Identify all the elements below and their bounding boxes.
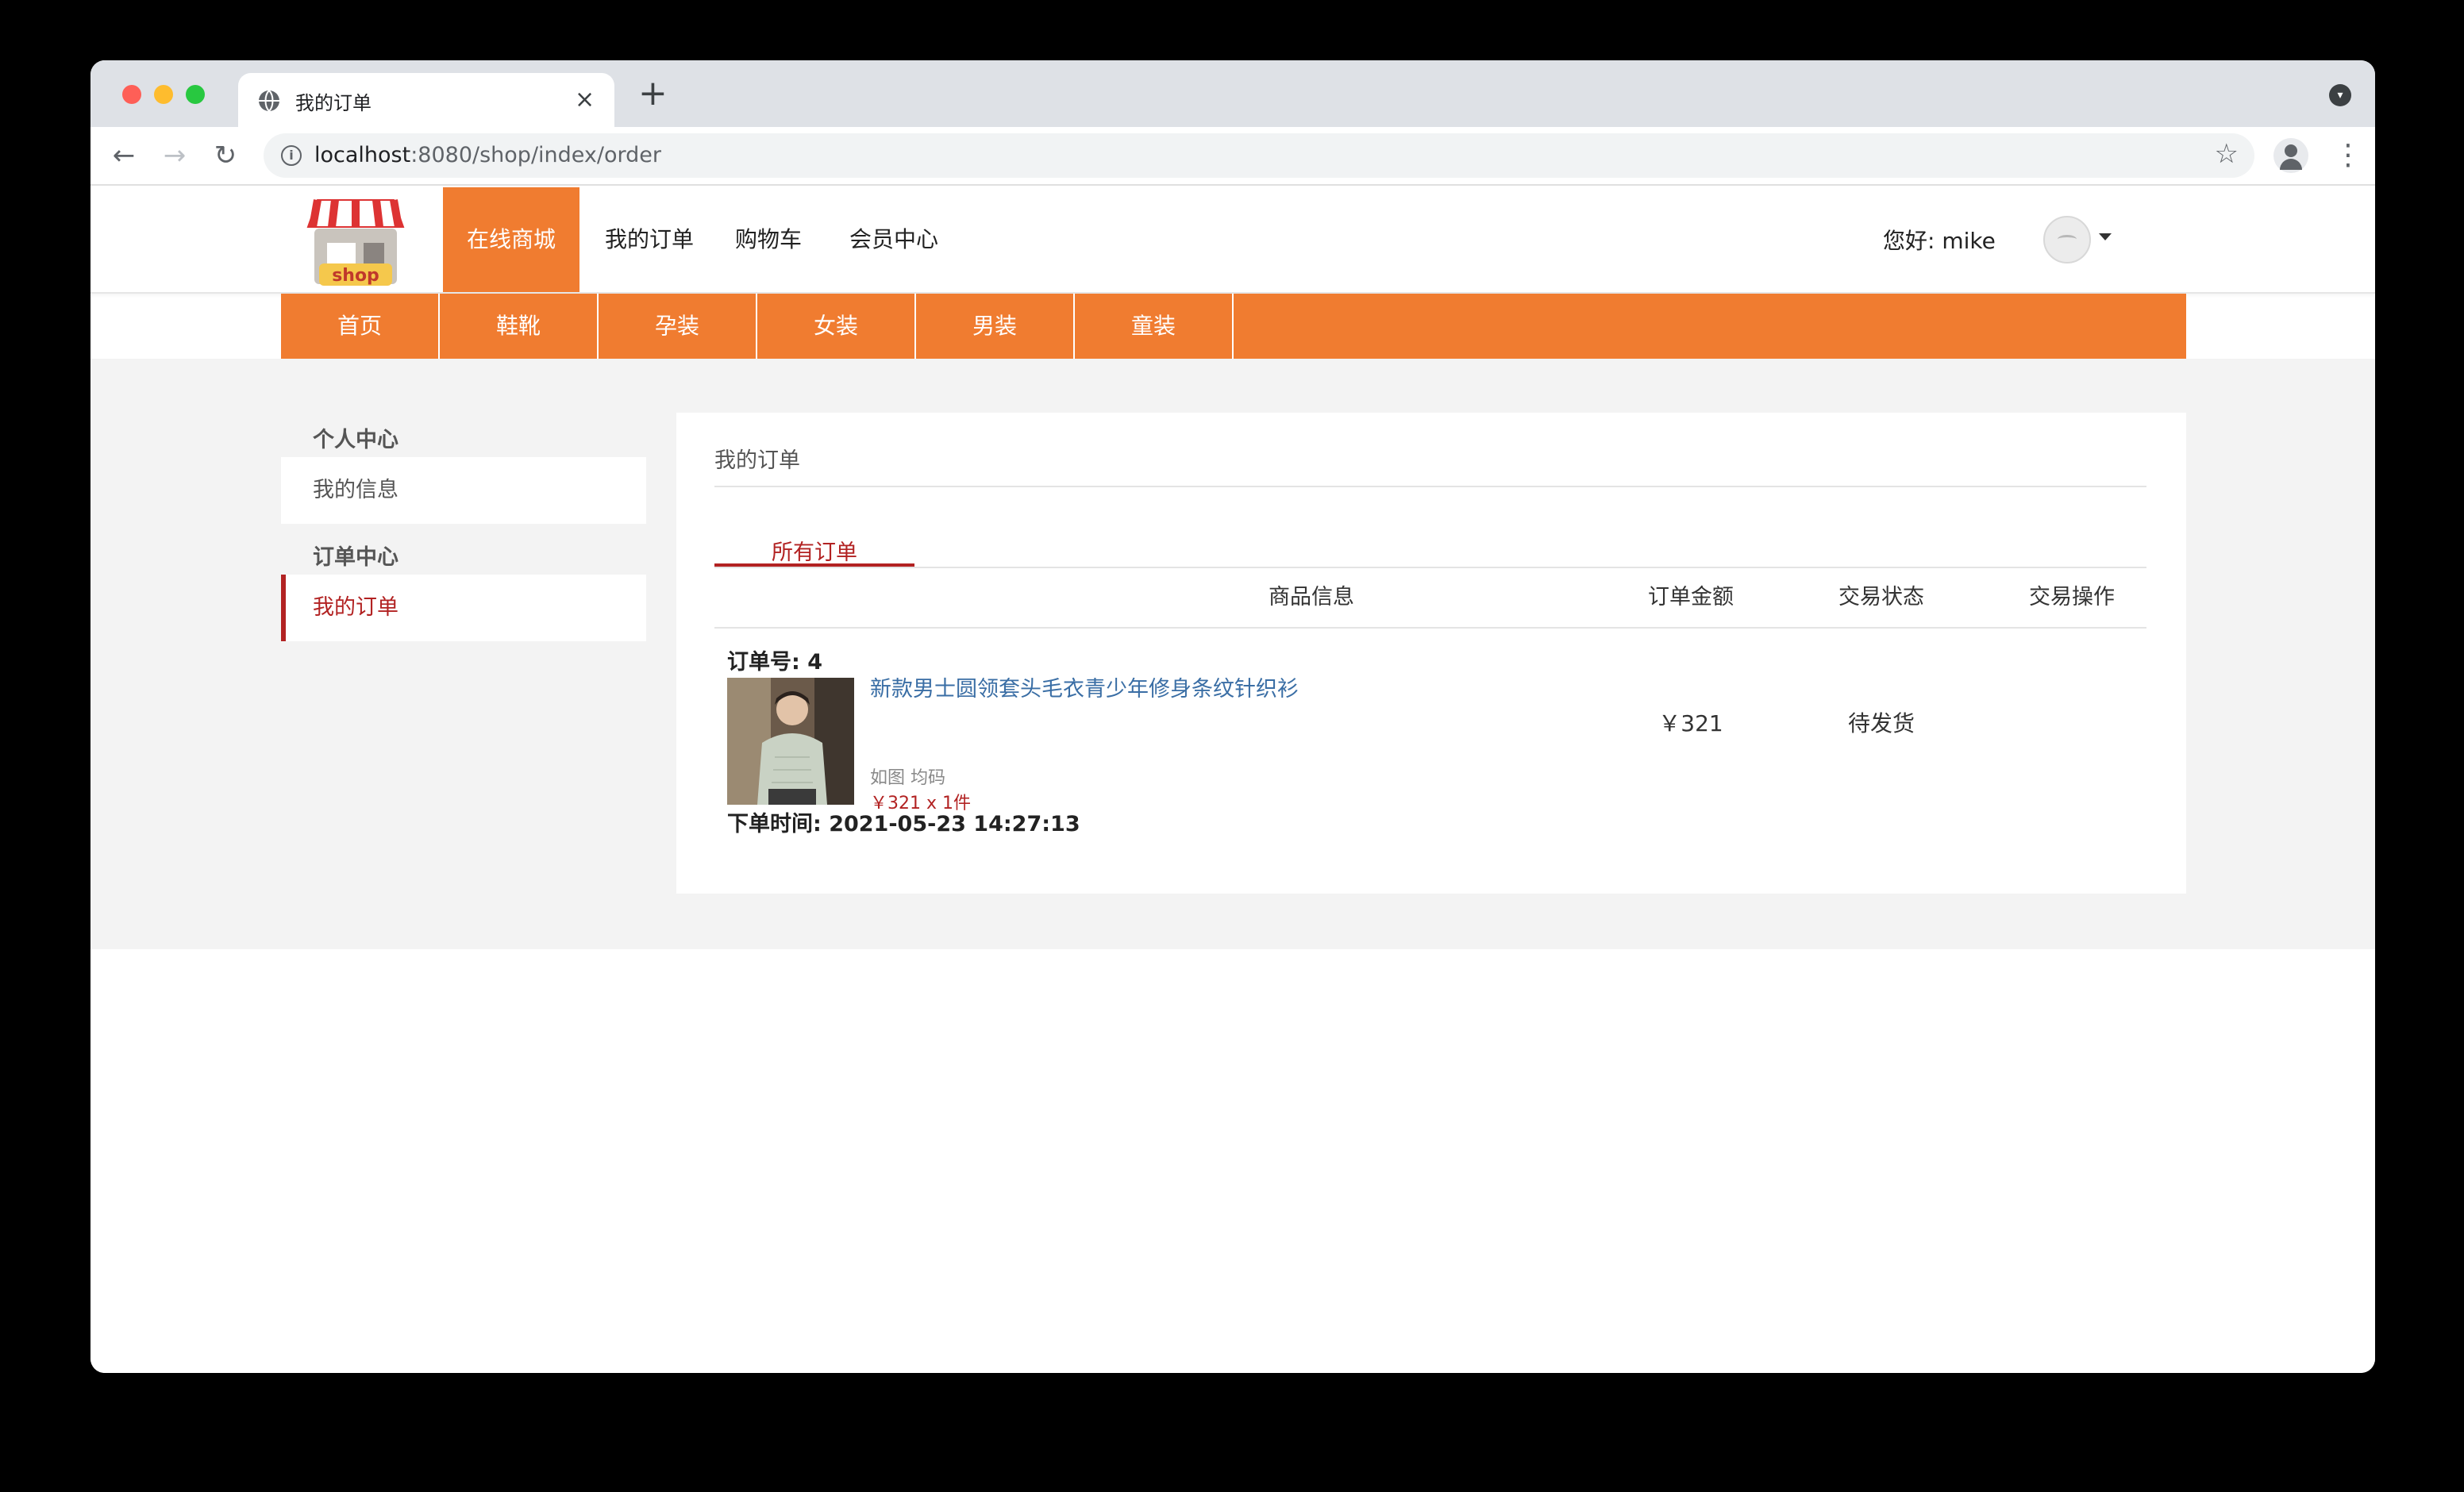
browser-window: 我的订单 × + ▾ ← → ↻ i localhost:8080/shop/i… bbox=[90, 60, 2375, 1373]
divider bbox=[714, 627, 2146, 629]
shop-logo[interactable]: shop bbox=[303, 197, 408, 289]
avatar[interactable] bbox=[2043, 216, 2091, 263]
product-image[interactable] bbox=[727, 678, 854, 805]
url-text[interactable]: localhost:8080/shop/index/order bbox=[314, 143, 661, 167]
column-header-amount: 订单金额 bbox=[1648, 585, 1734, 609]
back-arrow-icon[interactable]: ← bbox=[108, 140, 140, 171]
new-tab-button[interactable]: + bbox=[638, 76, 668, 111]
tab-strip: 我的订单 × + ▾ bbox=[90, 60, 2375, 127]
category-maternity[interactable]: 孕装 bbox=[599, 294, 757, 359]
category-shoes[interactable]: 鞋靴 bbox=[440, 294, 599, 359]
category-home[interactable]: 首页 bbox=[281, 294, 440, 359]
nav-member-center[interactable]: 会员中心 bbox=[849, 187, 938, 292]
sidebar-item-my-orders[interactable]: 我的订单 bbox=[281, 575, 646, 641]
tab-all-orders[interactable]: 所有订单 bbox=[714, 535, 914, 567]
category-women[interactable]: 女装 bbox=[757, 294, 916, 359]
column-header-product: 商品信息 bbox=[1269, 585, 1354, 609]
category-kids[interactable]: 童装 bbox=[1075, 294, 1234, 359]
column-header-status: 交易状态 bbox=[1838, 585, 1924, 609]
order-amount: ￥321 bbox=[1658, 710, 1723, 736]
nav-cart[interactable]: 购物车 bbox=[735, 187, 802, 292]
browser-tab[interactable]: 我的订单 × bbox=[238, 73, 614, 127]
address-toolbar: ← → ↻ i localhost:8080/shop/index/order … bbox=[90, 127, 2375, 186]
reload-icon[interactable]: ↻ bbox=[210, 140, 241, 171]
order-time: 下单时间: 2021-05-23 14:27:13 bbox=[727, 812, 1080, 836]
close-window-button[interactable] bbox=[122, 85, 141, 104]
site-header: shop 在线商城 我的订单 购物车 会员中心 您好: mike bbox=[90, 187, 2375, 294]
user-greeting: 您好: mike bbox=[1883, 228, 1996, 254]
nav-my-orders[interactable]: 我的订单 bbox=[605, 187, 694, 292]
url-bar[interactable]: i localhost:8080/shop/index/order ☆ bbox=[264, 133, 2254, 178]
divider bbox=[714, 486, 2146, 487]
nav-online-mall[interactable]: 在线商城 bbox=[443, 187, 580, 292]
tab-search-icon[interactable]: ▾ bbox=[2329, 84, 2351, 106]
forward-arrow-icon[interactable]: → bbox=[159, 140, 191, 171]
browser-menu-icon[interactable]: ⋮ bbox=[2334, 138, 2362, 173]
close-tab-icon[interactable]: × bbox=[575, 84, 595, 116]
bookmark-star-icon[interactable]: ☆ bbox=[2215, 138, 2239, 170]
logo-text: shop bbox=[332, 266, 379, 286]
caret-down-icon[interactable] bbox=[2099, 233, 2112, 240]
sidebar-group-title: 个人中心 bbox=[313, 428, 398, 452]
site-info-icon[interactable]: i bbox=[281, 145, 302, 166]
divider bbox=[714, 567, 2146, 568]
minimize-window-button[interactable] bbox=[154, 85, 173, 104]
orders-panel: 我的订单 所有订单 商品信息 订单金额 交易状态 交易操作 订单号: 4 新款男… bbox=[676, 413, 2186, 894]
profile-icon[interactable] bbox=[2273, 138, 2308, 173]
status-badge: 待发货 bbox=[1847, 710, 1915, 736]
sidebar-group-title: 订单中心 bbox=[313, 545, 398, 570]
category-men[interactable]: 男装 bbox=[916, 294, 1075, 359]
globe-icon bbox=[259, 90, 279, 112]
column-header-action: 交易操作 bbox=[2029, 585, 2115, 609]
page-title: 我的订单 bbox=[714, 448, 800, 473]
product-name-link[interactable]: 新款男士圆领套头毛衣青少年修身条纹针织衫 bbox=[870, 671, 1299, 702]
order-number: 订单号: 4 bbox=[727, 650, 822, 675]
maximize-window-button[interactable] bbox=[186, 85, 205, 104]
product-spec: 如图 均码 bbox=[870, 768, 945, 788]
page-viewport: shop 在线商城 我的订单 购物车 会员中心 您好: mike 首页 鞋靴 孕… bbox=[90, 187, 2375, 1373]
tab-title: 我的订单 bbox=[295, 92, 372, 114]
sidebar-item-my-info[interactable]: 我的信息 bbox=[281, 457, 646, 524]
category-bar: 首页 鞋靴 孕装 女装 男装 童装 bbox=[281, 294, 2186, 359]
